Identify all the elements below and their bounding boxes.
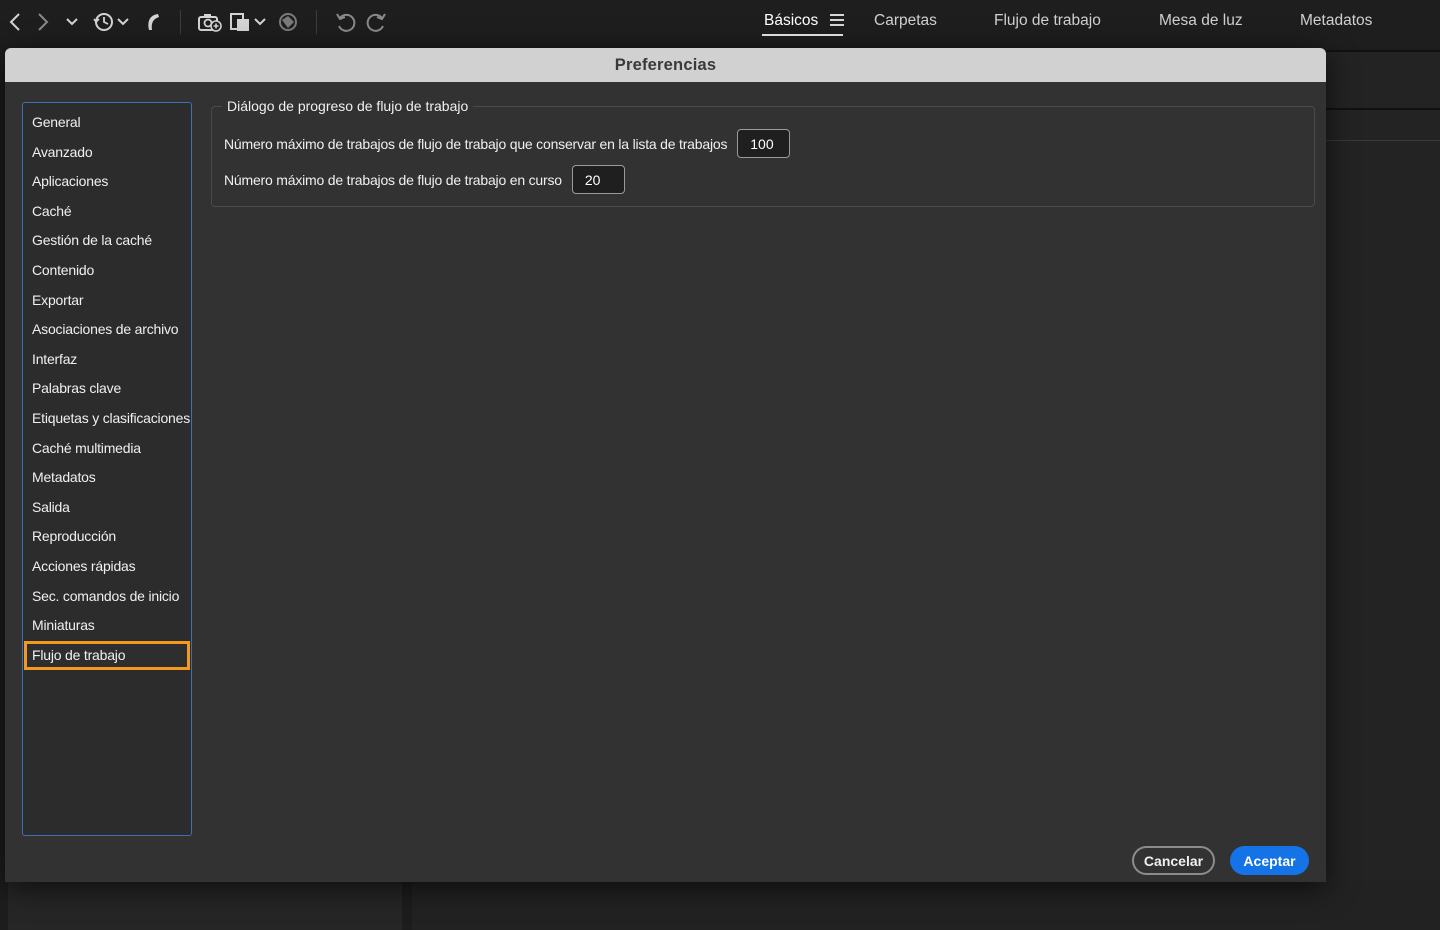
rotate-left-icon[interactable] (335, 10, 357, 34)
toolbar-divider (180, 10, 181, 34)
camera-get-photos-icon[interactable] (197, 10, 223, 34)
category-interfaz[interactable]: Interfaz (23, 345, 191, 375)
chevron-down-icon[interactable] (64, 10, 80, 34)
category-sec-comandos-inicio[interactable]: Sec. comandos de inicio (23, 582, 191, 612)
category-etiquetas-clasificaciones[interactable]: Etiquetas y clasificaciones (23, 404, 191, 434)
category-metadatos[interactable]: Metadatos (23, 463, 191, 493)
preferences-category-list: General Avanzado Aplicaciones Caché Gest… (22, 102, 192, 836)
background-panel-bottom-left (8, 882, 402, 930)
max-jobs-list-input[interactable] (737, 129, 791, 158)
preferences-dialog: Preferencias General Avanzado Aplicacion… (5, 48, 1326, 882)
workspace-tab-flujo-de-trabajo[interactable]: Flujo de trabajo (994, 12, 1101, 30)
category-avanzado[interactable]: Avanzado (23, 138, 191, 168)
forward-arrow-icon[interactable] (34, 10, 52, 34)
app-toolbar: Básicos Carpetas Flujo de trabajo Mesa d… (0, 0, 1440, 46)
toolbar-divider (316, 10, 317, 34)
background-divider (1326, 50, 1440, 52)
category-flujo-de-trabajo[interactable]: Flujo de trabajo (24, 640, 190, 671)
recent-history-icon[interactable] (92, 10, 130, 34)
category-salida[interactable]: Salida (23, 493, 191, 523)
copy-to-folder-icon[interactable] (229, 10, 269, 34)
group-legend: Diálogo de progreso de flujo de trabajo (222, 98, 474, 114)
max-jobs-list-row: Número máximo de trabajos de flujo de tr… (224, 129, 791, 158)
refine-icon[interactable] (277, 10, 299, 34)
category-general[interactable]: General (23, 108, 191, 138)
category-gestion-cache[interactable]: Gestión de la caché (23, 226, 191, 256)
workspace-menu-icon[interactable] (830, 14, 844, 26)
category-cache[interactable]: Caché (23, 197, 191, 227)
rotate-right-icon[interactable] (365, 10, 387, 34)
workspace-tab-metadatos[interactable]: Metadatos (1300, 12, 1372, 30)
category-cache-multimedia[interactable]: Caché multimedia (23, 434, 191, 464)
max-jobs-running-row: Número máximo de trabajos de flujo de tr… (224, 165, 625, 194)
category-contenido[interactable]: Contenido (23, 256, 191, 286)
category-asociaciones-archivo[interactable]: Asociaciones de archivo (23, 315, 191, 345)
dialog-title: Preferencias (5, 48, 1326, 82)
category-miniaturas[interactable]: Miniaturas (23, 611, 191, 641)
workflow-progress-group: Diálogo de progreso de flujo de trabajo … (211, 98, 1315, 207)
max-jobs-list-label: Número máximo de trabajos de flujo de tr… (224, 135, 728, 152)
category-palabras-clave[interactable]: Palabras clave (23, 374, 191, 404)
background-divider (1326, 140, 1440, 141)
max-jobs-running-label: Número máximo de trabajos de flujo de tr… (224, 171, 562, 188)
background-panel-bottom (412, 882, 1440, 930)
back-arrow-icon[interactable] (6, 10, 24, 34)
workspace-tab-mesa-de-luz[interactable]: Mesa de luz (1159, 12, 1243, 30)
max-jobs-running-input[interactable] (571, 165, 625, 194)
workspace-tab-carpetas[interactable]: Carpetas (874, 12, 937, 30)
boomerang-icon[interactable] (142, 10, 162, 34)
background-divider (1326, 108, 1440, 110)
category-acciones-rapidas[interactable]: Acciones rápidas (23, 552, 191, 582)
category-reproduccion[interactable]: Reproducción (23, 522, 191, 552)
workspace-tab-basicos[interactable]: Básicos (764, 12, 818, 30)
category-exportar[interactable]: Exportar (23, 286, 191, 316)
active-tab-indicator (762, 34, 843, 36)
cancel-button[interactable]: Cancelar (1132, 846, 1215, 875)
category-aplicaciones[interactable]: Aplicaciones (23, 167, 191, 197)
background-panel-right (1326, 52, 1440, 930)
ok-button[interactable]: Aceptar (1230, 846, 1309, 875)
